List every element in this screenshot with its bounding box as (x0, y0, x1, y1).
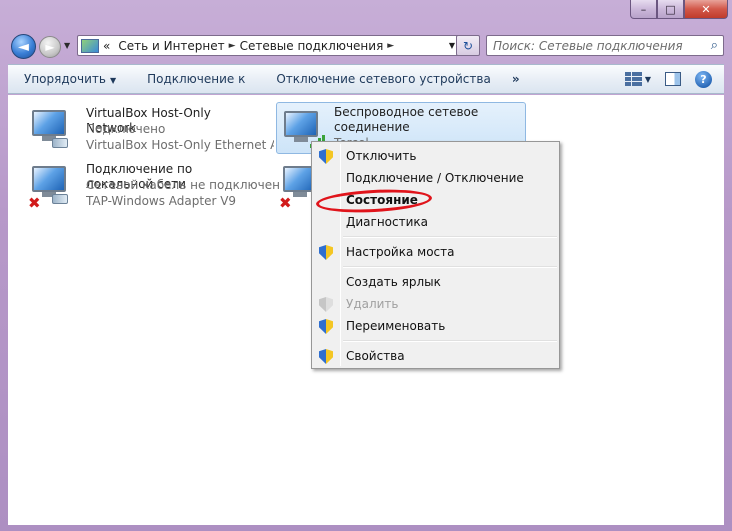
menu-item-connect-disconnect[interactable]: Подключение / Отключение (314, 167, 557, 189)
preview-pane-icon[interactable] (665, 72, 681, 86)
uac-shield-icon (319, 349, 333, 364)
menu-item-label: Создать ярлык (346, 275, 441, 289)
menu-item-disable[interactable]: Отключить (314, 145, 557, 167)
search-input[interactable]: Поиск: Сетевые подключения ⌕ (486, 35, 724, 56)
organize-button[interactable]: Упорядочить ▼ (8, 72, 131, 86)
more-commands-button[interactable]: » (506, 72, 526, 86)
breadcrumb-separator-icon[interactable]: ► (387, 41, 394, 51)
view-dropdown-icon[interactable]: ▼ (645, 75, 651, 84)
connection-status: Сетевой кабель не подключен (86, 178, 280, 192)
network-adapter-icon: ✖ (28, 164, 72, 212)
connection-name: Беспроводное сетевое соединение (334, 105, 479, 134)
menu-item-rename[interactable]: Переименовать (314, 315, 557, 337)
menu-item-label: Подключение / Отключение (346, 171, 524, 185)
search-icon[interactable]: ⌕ (711, 38, 718, 53)
caption-buttons: – □ ✕ (630, 0, 728, 19)
disconnected-x-icon: ✖ (28, 194, 41, 212)
uac-shield-icon (319, 245, 333, 260)
menu-item-label: Удалить (346, 297, 399, 311)
menu-item-create-shortcut[interactable]: Создать ярлык (314, 271, 557, 293)
change-view-icon[interactable] (624, 72, 642, 86)
refresh-button[interactable]: ↻ (456, 35, 480, 56)
menu-item-delete: Удалить (314, 293, 557, 315)
uac-shield-icon (319, 319, 333, 334)
connection-local-area[interactable]: ✖ Подключение по локальной сети Сетевой … (14, 158, 280, 212)
menu-item-label: Настройка моста (346, 245, 455, 259)
connect-to-button[interactable]: Подключение к (131, 72, 260, 86)
menu-item-bridge[interactable]: Настройка моста (314, 241, 557, 263)
breadcrumb-separator-icon[interactable]: ► (229, 41, 236, 51)
window-frame: – □ ✕ ◄ ► ▼ « Сеть и Интернет ► Сетевые … (0, 0, 732, 531)
context-menu: Отключить Подключение / Отключение Состо… (311, 141, 560, 369)
menu-separator (343, 340, 557, 342)
menu-separator (343, 266, 557, 268)
disable-device-button[interactable]: Отключение сетевого устройства (260, 72, 505, 86)
menu-item-label: Отключить (346, 149, 417, 163)
breadcrumb-prefix[interactable]: « (99, 39, 114, 53)
forward-button[interactable]: ► (39, 36, 61, 58)
address-bar[interactable]: « Сеть и Интернет ► Сетевые подключения … (77, 35, 460, 56)
command-bar-right: ▼ ? (624, 70, 724, 88)
menu-item-label: Диагностика (346, 215, 429, 229)
back-button[interactable]: ◄ (11, 34, 36, 59)
command-bar: Упорядочить ▼ Подключение к Отключение се… (8, 64, 724, 94)
recent-pages-dropdown-icon[interactable]: ▼ (64, 41, 70, 50)
connection-virtualbox[interactable]: VirtualBox Host-Only Network Подключено … (14, 102, 274, 154)
menu-item-properties[interactable]: Свойства (314, 345, 557, 367)
organize-label: Упорядочить (24, 72, 106, 86)
breadcrumb-network-internet[interactable]: Сеть и Интернет (114, 39, 228, 53)
breadcrumb-network-connections[interactable]: Сетевые подключения (236, 39, 388, 53)
menu-item-label: Свойства (346, 349, 405, 363)
uac-shield-icon (319, 149, 333, 164)
help-icon[interactable]: ? (695, 70, 712, 88)
close-button[interactable]: ✕ (684, 0, 728, 19)
maximize-button[interactable]: □ (657, 0, 684, 19)
minimize-button[interactable]: – (630, 0, 657, 19)
uac-shield-icon (319, 297, 333, 312)
menu-item-diagnostics[interactable]: Диагностика (314, 211, 557, 233)
connection-status: Подключено (86, 122, 166, 136)
navigation-row: ◄ ► ▼ « Сеть и Интернет ► Сетевые подклю… (8, 33, 724, 59)
menu-separator (343, 236, 557, 238)
menu-item-label: Переименовать (346, 319, 446, 333)
connection-hidden-behind-menu[interactable]: ✖ (276, 158, 317, 212)
network-adapter-icon (28, 108, 72, 152)
network-folder-icon (81, 38, 99, 53)
chevron-down-icon: ▼ (109, 76, 117, 85)
search-placeholder: Поиск: Сетевые подключения (493, 38, 683, 53)
disconnected-x-icon: ✖ (279, 194, 292, 212)
connection-adapter: VirtualBox Host-Only Ethernet Ad... (86, 138, 274, 152)
connection-adapter: TAP-Windows Adapter V9 (86, 194, 237, 208)
